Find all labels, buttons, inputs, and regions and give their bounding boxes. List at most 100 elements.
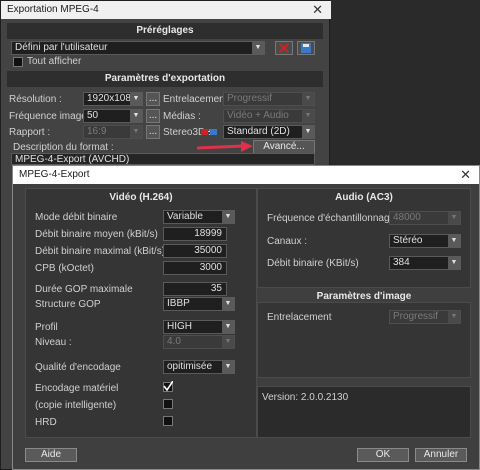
3d-glasses-icon xyxy=(201,127,217,135)
level-label: Niveau : xyxy=(35,337,72,348)
bitrate-mode-select[interactable]: Variable ▼ xyxy=(163,210,235,224)
smart-copy-label: (copie intelligente) xyxy=(35,400,117,411)
media-label: Médias : xyxy=(163,111,201,122)
format-desc-value: MPEG-4-Export (AVCHD) xyxy=(15,154,130,165)
preset-select-value: Défini par l'utilisateur xyxy=(15,42,108,53)
smart-copy-checkbox[interactable] xyxy=(163,399,173,409)
gop-struct-label: Structure GOP xyxy=(35,299,101,310)
sample-rate-value: 48000 xyxy=(393,212,421,223)
mpeg4-export-dialog: MPEG-4-Export ✕ Vidéo (H.264) Mode débit… xyxy=(12,165,480,470)
stereo-value: Standard (2D) xyxy=(227,126,290,137)
cpb-input[interactable]: 3000 xyxy=(163,261,227,275)
chevron-down-icon: ▼ xyxy=(448,311,460,323)
avg-bitrate-input[interactable]: 18999 xyxy=(163,227,227,241)
ratio-select[interactable]: 16:9 ▼ xyxy=(83,125,143,139)
close-icon[interactable]: ✕ xyxy=(312,2,323,18)
chevron-down-icon: ▼ xyxy=(130,93,142,105)
media-value: Vidéo + Audio xyxy=(227,110,289,121)
quality-label: Qualité d'encodage xyxy=(35,362,121,373)
chevron-down-icon: ▼ xyxy=(448,257,460,269)
export-window-titlebar: Exportation MPEG-4 ✕ xyxy=(1,1,331,19)
channels-select[interactable]: Stéréo ▼ xyxy=(389,234,461,248)
level-select[interactable]: 4.0 ▼ xyxy=(163,335,235,349)
gop-max-input[interactable]: 35 xyxy=(163,282,227,296)
export-params-header: Paramètres d'exportation xyxy=(7,71,323,87)
version-text: Version: 2.0.0.2130 xyxy=(262,392,349,403)
channels-value: Stéréo xyxy=(393,235,423,246)
quality-select[interactable]: opitimisée ▼ xyxy=(163,360,235,374)
channels-label: Canaux : xyxy=(267,236,308,247)
bitrate-mode-label: Mode débit binaire xyxy=(35,212,118,223)
checkmark-icon xyxy=(163,381,173,391)
level-value: 4.0 xyxy=(167,336,181,347)
ratio-more-button[interactable]: ... xyxy=(146,125,160,139)
audio-bitrate-label: Débit binaire (KBit/s) xyxy=(267,258,359,269)
chevron-down-icon: ▼ xyxy=(302,110,314,122)
framerate-select[interactable]: 50 ▼ xyxy=(83,109,143,123)
profile-label: Profil xyxy=(35,322,58,333)
max-bitrate-label: Débit binaire maximal (kBit/s) xyxy=(35,246,166,257)
bitrate-mode-value: Variable xyxy=(167,211,203,222)
ratio-value: 16:9 xyxy=(87,126,107,137)
resolution-label: Résolution : xyxy=(9,94,62,105)
hw-encoding-checkbox[interactable] xyxy=(163,381,173,392)
chevron-down-icon: ▼ xyxy=(302,93,314,105)
chevron-down-icon: ▼ xyxy=(302,126,314,138)
image-interlace-value: Progressif xyxy=(393,311,439,322)
framerate-more-button[interactable]: ... xyxy=(146,109,160,123)
advanced-button[interactable]: Avancé... xyxy=(253,140,315,154)
save-preset-icon[interactable] xyxy=(297,41,315,55)
framerate-value: 50 xyxy=(87,110,99,121)
video-header: Vidéo (H.264) xyxy=(109,192,173,203)
resolution-select[interactable]: 1920x1080 ▼ xyxy=(83,92,143,106)
interlace-value: Progressif xyxy=(227,93,273,104)
help-button[interactable]: Aide xyxy=(25,448,77,462)
audio-header: Audio (AC3) xyxy=(335,192,393,203)
avg-bitrate-label: Débit binaire moyen (kBit/s) xyxy=(35,229,158,240)
chevron-down-icon: ▼ xyxy=(222,298,234,310)
ratio-label: Rapport : xyxy=(9,127,51,138)
cancel-button[interactable]: Annuler xyxy=(415,448,467,462)
chevron-down-icon: ▼ xyxy=(130,126,142,138)
hrd-checkbox[interactable] xyxy=(163,416,173,426)
chevron-down-icon: ▼ xyxy=(222,211,234,223)
preset-select[interactable]: Défini par l'utilisateur ▼ xyxy=(11,41,265,55)
chevron-down-icon: ▼ xyxy=(252,42,264,54)
delete-preset-icon[interactable] xyxy=(275,41,293,55)
audio-bitrate-value: 384 xyxy=(393,257,410,268)
stereo-select[interactable]: Standard (2D) ▼ xyxy=(223,125,315,139)
profile-select[interactable]: HIGH ▼ xyxy=(163,320,235,334)
chevron-down-icon: ▼ xyxy=(448,235,460,247)
show-all-label: Tout afficher xyxy=(27,56,82,67)
dialog-titlebar: MPEG-4-Export ✕ xyxy=(13,166,479,184)
close-icon[interactable]: ✕ xyxy=(460,167,471,183)
gop-max-label: Durée GOP maximale xyxy=(35,284,133,295)
chevron-down-icon: ▼ xyxy=(222,361,234,373)
cpb-label: CPB (kOctet) xyxy=(35,263,94,274)
audio-bitrate-select[interactable]: 384 ▼ xyxy=(389,256,461,270)
chevron-down-icon: ▼ xyxy=(222,321,234,333)
gop-struct-value: IBBP xyxy=(167,298,190,309)
format-desc-label: Description du format : xyxy=(13,142,114,153)
sample-rate-select[interactable]: 48000 ▼ xyxy=(389,211,461,225)
resolution-more-button[interactable]: ... xyxy=(146,92,160,106)
chevron-down-icon: ▼ xyxy=(130,110,142,122)
export-window-title: Exportation MPEG-4 xyxy=(7,4,99,15)
quality-value: opitimisée xyxy=(167,361,213,372)
format-desc-field: MPEG-4-Export (AVCHD) xyxy=(11,153,315,165)
chevron-down-icon: ▼ xyxy=(222,336,234,348)
show-all-checkbox[interactable] xyxy=(13,57,23,67)
version-panel: Version: 2.0.0.2130 xyxy=(257,386,471,438)
image-interlace-select[interactable]: Progressif ▼ xyxy=(389,310,461,324)
framerate-label: Fréquence image : xyxy=(9,111,93,122)
ok-button[interactable]: OK xyxy=(357,448,409,462)
annotation-arrow-icon xyxy=(196,141,253,152)
hrd-label: HRD xyxy=(35,417,57,428)
image-params-header: Paramètres d'image xyxy=(316,291,412,302)
interlace-select[interactable]: Progressif ▼ xyxy=(223,92,315,106)
media-select[interactable]: Vidéo + Audio ▼ xyxy=(223,109,315,123)
max-bitrate-input[interactable]: 35000 xyxy=(163,244,227,258)
profile-value: HIGH xyxy=(167,321,192,332)
presets-header: Préréglages xyxy=(7,23,323,39)
gop-struct-select[interactable]: IBBP ▼ xyxy=(163,297,235,311)
